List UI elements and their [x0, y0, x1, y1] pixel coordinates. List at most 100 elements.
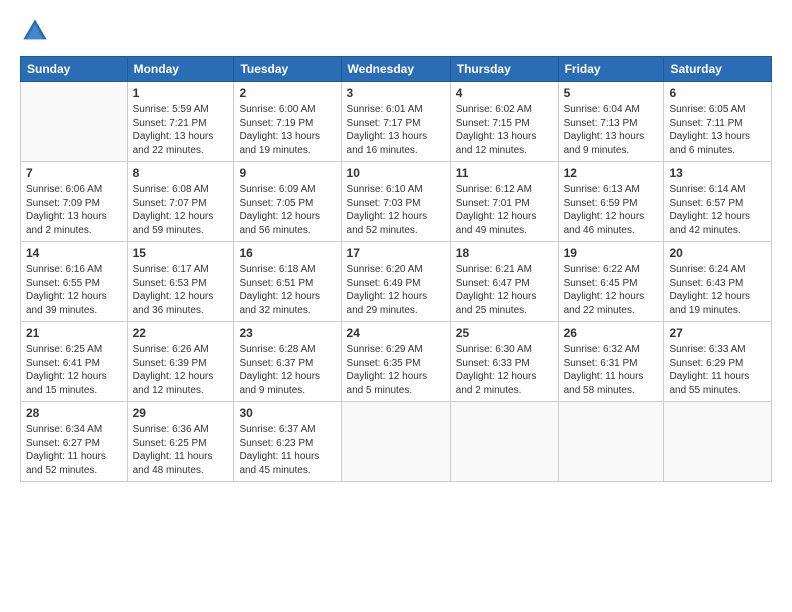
day-number: 11 [456, 165, 553, 182]
calendar-header-tuesday: Tuesday [234, 57, 341, 82]
calendar-cell [558, 401, 664, 481]
calendar-cell: 17Sunrise: 6:20 AM Sunset: 6:49 PM Dayli… [341, 241, 450, 321]
day-info: Sunrise: 6:08 AM Sunset: 7:07 PM Dayligh… [133, 183, 229, 238]
day-number: 24 [347, 325, 445, 342]
calendar-cell: 1Sunrise: 5:59 AM Sunset: 7:21 PM Daylig… [127, 82, 234, 162]
calendar-cell: 10Sunrise: 6:10 AM Sunset: 7:03 PM Dayli… [341, 161, 450, 241]
calendar-cell [341, 401, 450, 481]
day-number: 22 [133, 325, 229, 342]
header [20, 16, 772, 46]
logo [20, 16, 54, 46]
calendar-page: SundayMondayTuesdayWednesdayThursdayFrid… [0, 0, 792, 612]
day-info: Sunrise: 6:24 AM Sunset: 6:43 PM Dayligh… [669, 263, 766, 318]
calendar-header-thursday: Thursday [450, 57, 558, 82]
day-info: Sunrise: 6:36 AM Sunset: 6:25 PM Dayligh… [133, 423, 229, 478]
calendar-header-saturday: Saturday [664, 57, 772, 82]
day-number: 5 [564, 85, 659, 102]
day-number: 25 [456, 325, 553, 342]
day-info: Sunrise: 6:18 AM Sunset: 6:51 PM Dayligh… [239, 263, 335, 318]
day-info: Sunrise: 5:59 AM Sunset: 7:21 PM Dayligh… [133, 103, 229, 158]
calendar-header-friday: Friday [558, 57, 664, 82]
calendar-week-2: 7Sunrise: 6:06 AM Sunset: 7:09 PM Daylig… [21, 161, 772, 241]
day-info: Sunrise: 6:28 AM Sunset: 6:37 PM Dayligh… [239, 343, 335, 398]
calendar-week-4: 21Sunrise: 6:25 AM Sunset: 6:41 PM Dayli… [21, 321, 772, 401]
calendar-table: SundayMondayTuesdayWednesdayThursdayFrid… [20, 56, 772, 482]
day-info: Sunrise: 6:34 AM Sunset: 6:27 PM Dayligh… [26, 423, 122, 478]
calendar-cell: 20Sunrise: 6:24 AM Sunset: 6:43 PM Dayli… [664, 241, 772, 321]
calendar-cell: 27Sunrise: 6:33 AM Sunset: 6:29 PM Dayli… [664, 321, 772, 401]
calendar-header-wednesday: Wednesday [341, 57, 450, 82]
calendar-cell: 23Sunrise: 6:28 AM Sunset: 6:37 PM Dayli… [234, 321, 341, 401]
day-number: 6 [669, 85, 766, 102]
day-number: 17 [347, 245, 445, 262]
day-info: Sunrise: 6:01 AM Sunset: 7:17 PM Dayligh… [347, 103, 445, 158]
calendar-cell: 13Sunrise: 6:14 AM Sunset: 6:57 PM Dayli… [664, 161, 772, 241]
calendar-cell: 5Sunrise: 6:04 AM Sunset: 7:13 PM Daylig… [558, 82, 664, 162]
day-number: 16 [239, 245, 335, 262]
calendar-cell: 2Sunrise: 6:00 AM Sunset: 7:19 PM Daylig… [234, 82, 341, 162]
calendar-cell: 26Sunrise: 6:32 AM Sunset: 6:31 PM Dayli… [558, 321, 664, 401]
calendar-cell [450, 401, 558, 481]
calendar-week-5: 28Sunrise: 6:34 AM Sunset: 6:27 PM Dayli… [21, 401, 772, 481]
day-number: 18 [456, 245, 553, 262]
calendar-cell: 12Sunrise: 6:13 AM Sunset: 6:59 PM Dayli… [558, 161, 664, 241]
day-info: Sunrise: 6:04 AM Sunset: 7:13 PM Dayligh… [564, 103, 659, 158]
day-info: Sunrise: 6:26 AM Sunset: 6:39 PM Dayligh… [133, 343, 229, 398]
calendar-cell: 7Sunrise: 6:06 AM Sunset: 7:09 PM Daylig… [21, 161, 128, 241]
calendar-week-3: 14Sunrise: 6:16 AM Sunset: 6:55 PM Dayli… [21, 241, 772, 321]
day-info: Sunrise: 6:17 AM Sunset: 6:53 PM Dayligh… [133, 263, 229, 318]
calendar-cell: 29Sunrise: 6:36 AM Sunset: 6:25 PM Dayli… [127, 401, 234, 481]
calendar-cell: 19Sunrise: 6:22 AM Sunset: 6:45 PM Dayli… [558, 241, 664, 321]
day-info: Sunrise: 6:09 AM Sunset: 7:05 PM Dayligh… [239, 183, 335, 238]
day-number: 19 [564, 245, 659, 262]
day-info: Sunrise: 6:37 AM Sunset: 6:23 PM Dayligh… [239, 423, 335, 478]
day-number: 10 [347, 165, 445, 182]
day-info: Sunrise: 6:29 AM Sunset: 6:35 PM Dayligh… [347, 343, 445, 398]
day-number: 12 [564, 165, 659, 182]
day-info: Sunrise: 6:05 AM Sunset: 7:11 PM Dayligh… [669, 103, 766, 158]
day-info: Sunrise: 6:30 AM Sunset: 6:33 PM Dayligh… [456, 343, 553, 398]
calendar-cell: 8Sunrise: 6:08 AM Sunset: 7:07 PM Daylig… [127, 161, 234, 241]
calendar-cell: 11Sunrise: 6:12 AM Sunset: 7:01 PM Dayli… [450, 161, 558, 241]
calendar-cell [664, 401, 772, 481]
logo-icon [20, 16, 50, 46]
calendar-cell: 28Sunrise: 6:34 AM Sunset: 6:27 PM Dayli… [21, 401, 128, 481]
day-number: 29 [133, 405, 229, 422]
day-info: Sunrise: 6:21 AM Sunset: 6:47 PM Dayligh… [456, 263, 553, 318]
calendar-header-monday: Monday [127, 57, 234, 82]
day-info: Sunrise: 6:20 AM Sunset: 6:49 PM Dayligh… [347, 263, 445, 318]
day-info: Sunrise: 6:12 AM Sunset: 7:01 PM Dayligh… [456, 183, 553, 238]
calendar-header-sunday: Sunday [21, 57, 128, 82]
day-info: Sunrise: 6:02 AM Sunset: 7:15 PM Dayligh… [456, 103, 553, 158]
calendar-cell: 30Sunrise: 6:37 AM Sunset: 6:23 PM Dayli… [234, 401, 341, 481]
day-number: 7 [26, 165, 122, 182]
calendar-header-row: SundayMondayTuesdayWednesdayThursdayFrid… [21, 57, 772, 82]
calendar-cell: 18Sunrise: 6:21 AM Sunset: 6:47 PM Dayli… [450, 241, 558, 321]
day-info: Sunrise: 6:25 AM Sunset: 6:41 PM Dayligh… [26, 343, 122, 398]
calendar-cell: 22Sunrise: 6:26 AM Sunset: 6:39 PM Dayli… [127, 321, 234, 401]
calendar-cell: 15Sunrise: 6:17 AM Sunset: 6:53 PM Dayli… [127, 241, 234, 321]
day-info: Sunrise: 6:33 AM Sunset: 6:29 PM Dayligh… [669, 343, 766, 398]
day-number: 21 [26, 325, 122, 342]
day-number: 30 [239, 405, 335, 422]
day-number: 15 [133, 245, 229, 262]
day-info: Sunrise: 6:10 AM Sunset: 7:03 PM Dayligh… [347, 183, 445, 238]
day-number: 1 [133, 85, 229, 102]
day-number: 26 [564, 325, 659, 342]
day-number: 4 [456, 85, 553, 102]
day-number: 14 [26, 245, 122, 262]
day-number: 13 [669, 165, 766, 182]
calendar-cell: 9Sunrise: 6:09 AM Sunset: 7:05 PM Daylig… [234, 161, 341, 241]
calendar-cell: 6Sunrise: 6:05 AM Sunset: 7:11 PM Daylig… [664, 82, 772, 162]
day-info: Sunrise: 6:22 AM Sunset: 6:45 PM Dayligh… [564, 263, 659, 318]
day-number: 3 [347, 85, 445, 102]
day-info: Sunrise: 6:32 AM Sunset: 6:31 PM Dayligh… [564, 343, 659, 398]
calendar-week-1: 1Sunrise: 5:59 AM Sunset: 7:21 PM Daylig… [21, 82, 772, 162]
calendar-cell: 14Sunrise: 6:16 AM Sunset: 6:55 PM Dayli… [21, 241, 128, 321]
day-info: Sunrise: 6:13 AM Sunset: 6:59 PM Dayligh… [564, 183, 659, 238]
day-number: 9 [239, 165, 335, 182]
day-number: 28 [26, 405, 122, 422]
calendar-cell: 21Sunrise: 6:25 AM Sunset: 6:41 PM Dayli… [21, 321, 128, 401]
calendar-cell: 16Sunrise: 6:18 AM Sunset: 6:51 PM Dayli… [234, 241, 341, 321]
day-info: Sunrise: 6:14 AM Sunset: 6:57 PM Dayligh… [669, 183, 766, 238]
